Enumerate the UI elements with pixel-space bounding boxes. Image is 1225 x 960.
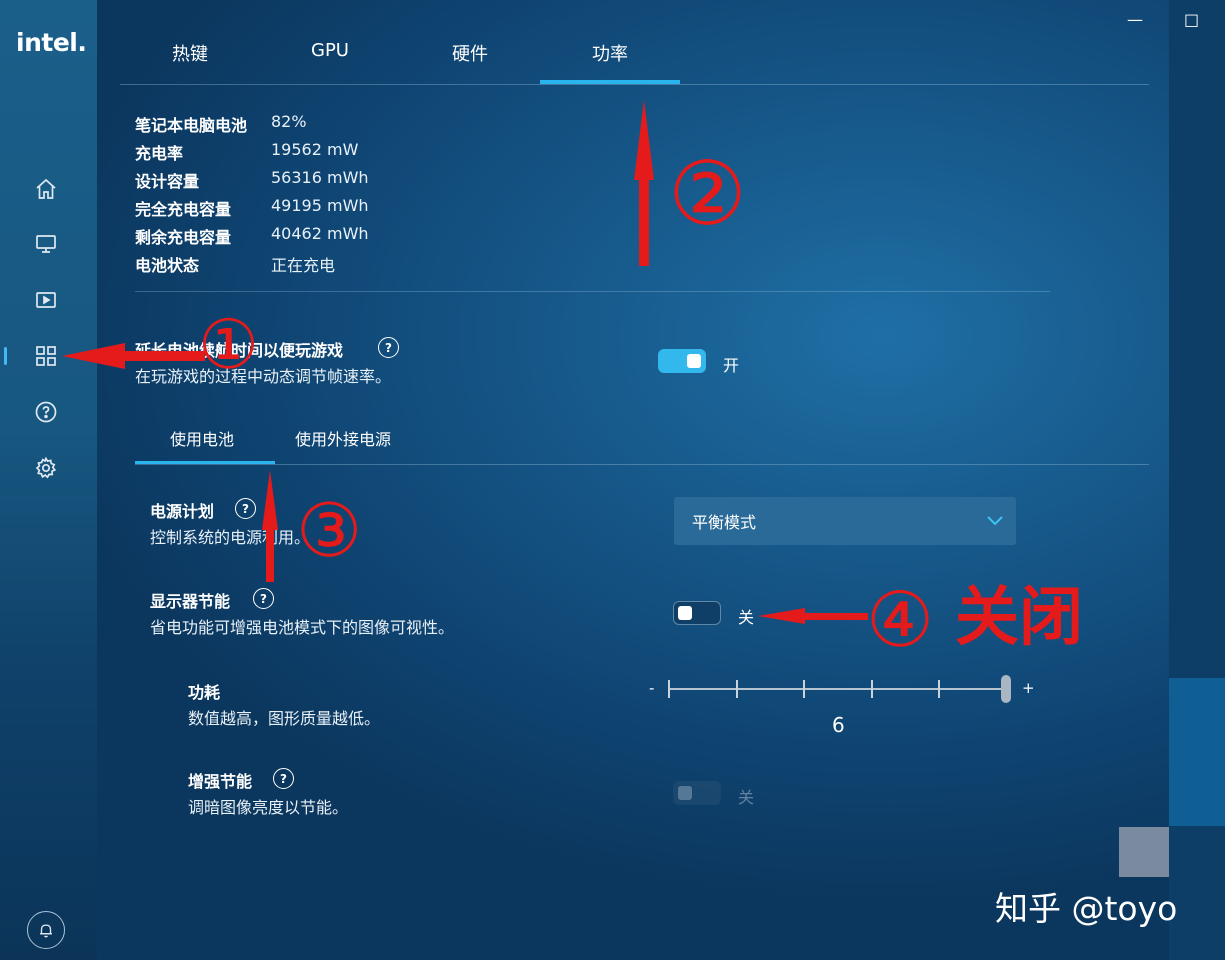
annotation-arrows	[62, 100, 868, 624]
annotation-number-3: ③	[296, 488, 363, 574]
annotation-number-1: ①	[198, 306, 259, 385]
annotation-number-2: ②	[668, 142, 747, 245]
watermark: 知乎 @toyo	[995, 889, 1178, 928]
annotation-number-4: ④	[866, 575, 935, 664]
annotation-close-text: 关闭	[955, 580, 1083, 655]
